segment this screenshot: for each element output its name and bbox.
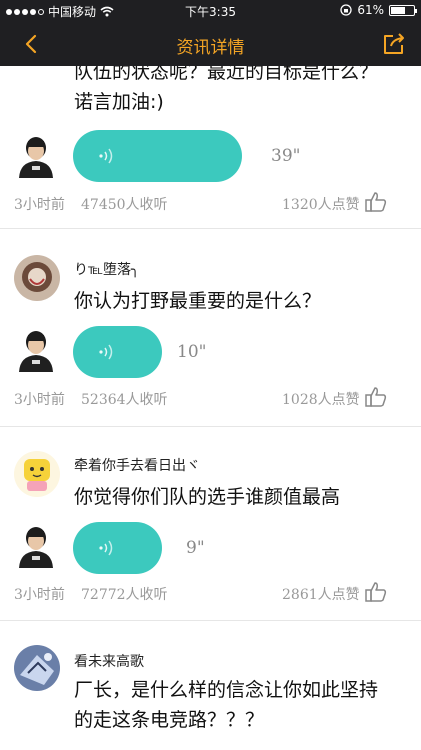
answerer-avatar[interactable] bbox=[16, 134, 56, 178]
battery-percent: 61% bbox=[357, 3, 384, 17]
listen-count: 52364人收听 bbox=[81, 392, 168, 408]
battery-icon bbox=[389, 4, 417, 16]
like-count: 1028人点赞 bbox=[282, 392, 360, 408]
question-text: 厂长，是什么样的信念让你如此坚持 的走这条电竞路？？？ bbox=[74, 679, 379, 731]
question-text: 你认为打野最重要的是什么？ bbox=[74, 290, 322, 312]
asker-name[interactable]: 看未来高歌 bbox=[74, 651, 144, 671]
time-ago: 3小时前 bbox=[14, 392, 65, 408]
nav-bar: 资讯详情 bbox=[0, 22, 421, 66]
like-count: 2861人点赞 bbox=[282, 587, 360, 603]
asker-avatar[interactable] bbox=[14, 255, 60, 301]
answerer-avatar[interactable] bbox=[16, 524, 56, 568]
time-ago: 3小时前 bbox=[14, 197, 65, 213]
answerer-avatar[interactable] bbox=[16, 328, 56, 372]
divider bbox=[0, 620, 421, 621]
time-ago: 3小时前 bbox=[14, 587, 65, 603]
voice-duration: 9" bbox=[186, 538, 205, 558]
status-right: 61% bbox=[340, 3, 417, 17]
divider bbox=[0, 426, 421, 427]
asker-avatar[interactable] bbox=[14, 645, 60, 691]
voice-wave-icon bbox=[99, 148, 113, 164]
voice-duration: 39" bbox=[271, 146, 301, 166]
asker-name[interactable]: 牵着你手去看日出ヾ bbox=[74, 455, 200, 475]
question-text: 队伍的状态呢？最近的目标是什么？ 诺言加油:) bbox=[74, 66, 379, 113]
like-count: 1320人点赞 bbox=[282, 197, 360, 213]
voice-answer-button[interactable] bbox=[73, 326, 162, 378]
voice-answer-button[interactable] bbox=[73, 130, 242, 182]
thumbs-up-icon[interactable] bbox=[364, 386, 388, 408]
thumbs-up-icon[interactable] bbox=[364, 581, 388, 603]
share-icon[interactable] bbox=[381, 31, 407, 57]
asker-avatar[interactable] bbox=[14, 451, 60, 497]
question-text: 你觉得你们队的选手谁颜值最高 bbox=[74, 486, 341, 508]
asker-name[interactable]: り℡堕落╮ bbox=[74, 259, 139, 279]
listen-count: 72772人收听 bbox=[81, 587, 168, 603]
divider bbox=[0, 228, 421, 229]
rotation-lock-icon bbox=[340, 4, 352, 16]
voice-answer-button[interactable] bbox=[73, 522, 162, 574]
listen-count: 47450人收听 bbox=[81, 197, 168, 213]
page-title: 资讯详情 bbox=[176, 38, 245, 58]
thumbs-up-icon[interactable] bbox=[364, 191, 388, 213]
status-bar: 中国移动 下午3:35 61% bbox=[0, 0, 421, 22]
qa-feed[interactable]: 队伍的状态呢？最近的目标是什么？ 诺言加油:) 39" 3小时前 47450人收… bbox=[0, 66, 421, 750]
voice-duration: 10" bbox=[177, 342, 207, 362]
voice-wave-icon bbox=[99, 344, 113, 360]
voice-wave-icon bbox=[99, 540, 113, 556]
